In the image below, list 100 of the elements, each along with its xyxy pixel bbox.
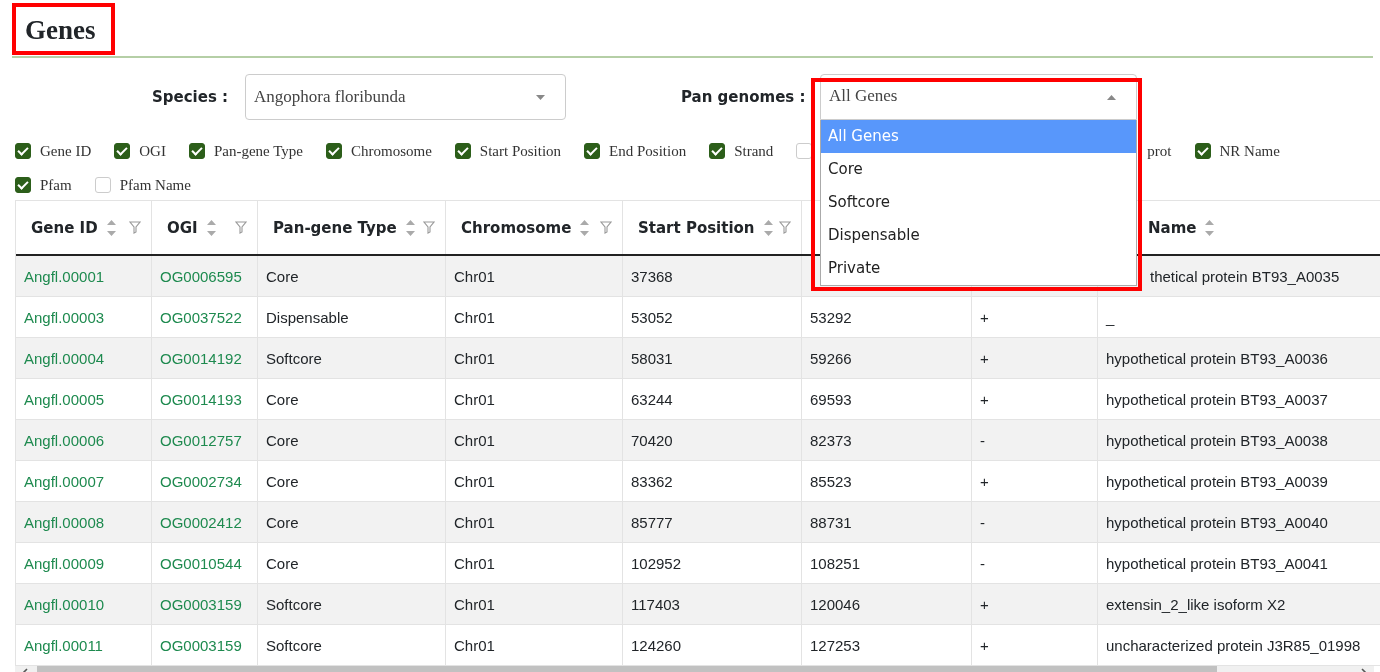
table-cell: Core xyxy=(266,267,299,285)
table-link[interactable]: OG0014192 xyxy=(160,349,242,367)
table-cell: + xyxy=(980,390,989,408)
table-link[interactable]: Angfl.00001 xyxy=(24,267,105,285)
table-cell: extensin_2_like isoform X2 xyxy=(1106,595,1286,613)
checkbox-label[interactable]: Chromosome xyxy=(350,142,432,160)
table-link[interactable]: OG0010544 xyxy=(160,554,242,572)
table-cell: _ xyxy=(1106,308,1115,326)
table-cell: + xyxy=(980,472,989,490)
table-cell: hypothetical protein BT93_A0040 xyxy=(1106,513,1328,531)
table-link[interactable]: OG0037522 xyxy=(160,308,242,326)
species-select[interactable]: Angophora floribunda xyxy=(245,74,566,120)
species-label: Species : xyxy=(152,88,230,106)
page-title: Genes xyxy=(25,14,96,46)
table-cell: 53052 xyxy=(631,308,673,326)
column-header[interactable]: Start Position xyxy=(638,218,755,237)
table-cell: 70420 xyxy=(631,431,673,449)
table-link[interactable]: Angfl.00007 xyxy=(24,472,105,490)
table-link[interactable]: Angfl.00010 xyxy=(24,595,105,613)
table-cell: 85523 xyxy=(810,472,852,490)
table-cell: Chr01 xyxy=(454,595,495,613)
table-cell: hypothetical protein BT93_A0041 xyxy=(1106,554,1328,572)
column-header[interactable]: Chromosome xyxy=(461,218,572,237)
table-link[interactable]: OG0012757 xyxy=(160,431,242,449)
table-cell: Core xyxy=(266,390,299,408)
table-link[interactable]: Angfl.00005 xyxy=(24,390,105,408)
table-cell: Chr01 xyxy=(454,472,495,490)
checkbox-label[interactable]: End Position xyxy=(609,142,687,160)
table-link[interactable]: OG0003159 xyxy=(160,595,242,613)
table-cell: hypothetical protein BT93_A0036 xyxy=(1106,349,1328,367)
table-cell: + xyxy=(980,349,989,367)
table-cell: 53292 xyxy=(810,308,852,326)
checkbox-label[interactable]: prot xyxy=(1147,142,1172,160)
table-cell: 69593 xyxy=(810,390,852,408)
table-cell: 117403 xyxy=(631,595,680,613)
checkbox-label[interactable]: OGI xyxy=(139,142,166,160)
table-cell: 85777 xyxy=(631,513,673,531)
pan-genomes-select[interactable]: All Genes xyxy=(820,74,1137,120)
table-cell: Chr01 xyxy=(454,390,495,408)
table-link[interactable]: OG0002412 xyxy=(160,513,242,531)
table-cell: + xyxy=(980,308,989,326)
table-cell: Softcore xyxy=(266,349,322,367)
table-cell: - xyxy=(980,554,985,572)
checkbox-label[interactable]: Strand xyxy=(734,142,774,160)
table-link[interactable]: Angfl.00004 xyxy=(24,349,105,367)
dropdown-option[interactable]: Core xyxy=(821,153,1136,186)
table-cell: 124260 xyxy=(631,636,682,654)
column-header[interactable]: Name xyxy=(1148,218,1197,237)
table-cell: Core xyxy=(266,431,299,449)
table-link[interactable]: Angfl.00008 xyxy=(24,513,105,531)
checkbox-label[interactable]: Gene ID xyxy=(40,142,92,160)
table-cell: 83362 xyxy=(631,472,673,490)
table-cell: 37368 xyxy=(631,267,673,285)
table-cell: Chr01 xyxy=(454,349,495,367)
checkbox-label[interactable]: Start Position xyxy=(479,142,562,160)
table-cell: Softcore xyxy=(266,595,322,613)
table-link[interactable]: Angfl.00009 xyxy=(24,554,105,572)
column-header[interactable]: Gene ID xyxy=(31,218,98,237)
table-cell: hypothetical protein BT93_A0037 xyxy=(1106,390,1328,408)
checkbox-label[interactable]: Pfam Name xyxy=(119,176,191,194)
table-link[interactable]: OG0014193 xyxy=(160,390,242,408)
table-cell: Softcore xyxy=(266,636,322,654)
pan-genomes-label: Pan genomes : xyxy=(681,88,807,106)
table-link[interactable]: Angfl.00006 xyxy=(24,431,105,449)
table-cell: Chr01 xyxy=(454,431,495,449)
table-cell: Chr01 xyxy=(454,308,495,326)
column-header[interactable]: Pan-gene Type xyxy=(273,218,397,237)
table-cell: 63244 xyxy=(631,390,673,408)
table-link[interactable]: OG0002734 xyxy=(160,472,242,490)
table-cell: Dispensable xyxy=(266,308,349,326)
table-link[interactable]: OG0006595 xyxy=(160,267,242,285)
table-cell: 82373 xyxy=(810,431,852,449)
column-header[interactable]: OGI xyxy=(167,218,198,237)
table-link[interactable]: OG0003159 xyxy=(160,636,242,654)
table-cell: 102952 xyxy=(631,554,682,572)
dropdown-option[interactable]: Dispensable xyxy=(821,219,1136,252)
dropdown-option[interactable]: Private xyxy=(821,252,1136,285)
table-cell: hypothetical protein BT93_A0039 xyxy=(1106,472,1328,490)
table-cell: + xyxy=(980,595,989,613)
table-cell: 108251 xyxy=(810,554,861,572)
table-cell: thetical protein BT93_A0035 xyxy=(1150,267,1340,285)
table-link[interactable]: Angfl.00003 xyxy=(24,308,105,326)
table-cell: Core xyxy=(266,554,299,572)
checkbox-label[interactable]: Pfam xyxy=(40,176,72,194)
checkbox-label[interactable]: Pan-gene Type xyxy=(213,142,303,160)
dropdown-option[interactable]: Softcore xyxy=(821,186,1136,219)
table-cell: Chr01 xyxy=(454,554,495,572)
table-cell: 88731 xyxy=(810,513,852,531)
table-cell: Core xyxy=(266,472,299,490)
table-link[interactable]: Angfl.00011 xyxy=(24,636,103,654)
table-cell: hypothetical protein BT93_A0038 xyxy=(1106,431,1328,449)
table-cell: 120046 xyxy=(810,595,861,613)
table-cell: Chr01 xyxy=(454,636,495,654)
table-cell: 127253 xyxy=(810,636,861,654)
checkbox-label[interactable]: NR Name xyxy=(1219,142,1280,160)
table-cell: uncharacterized protein J3R85_01998 xyxy=(1106,636,1361,654)
table-cell: 59266 xyxy=(810,349,852,367)
table-cell: Core xyxy=(266,513,299,531)
table-cell: - xyxy=(980,513,985,531)
table-cell: - xyxy=(980,431,985,449)
